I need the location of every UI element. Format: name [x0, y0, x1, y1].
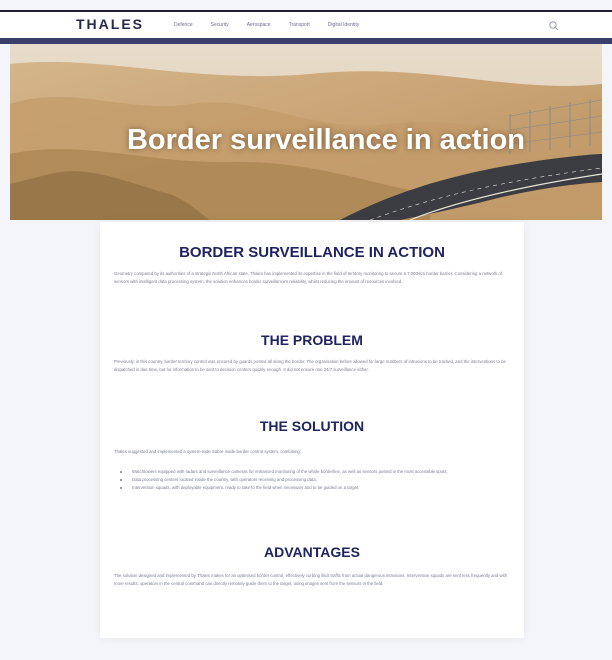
- solution-list-item: Data processing centers located inside t…: [118, 476, 508, 484]
- solution-list: Watchtowers equipped with radars and sur…: [118, 468, 508, 492]
- hero-title: Border surveillance in action: [126, 124, 526, 156]
- problem-heading: THE PROBLEM: [261, 332, 363, 348]
- solution-paragraph: Thales suggested and implemented a syste…: [114, 449, 302, 454]
- nav-links: Defence Security Aerospace Transport Dig…: [174, 22, 359, 28]
- thales-logo[interactable]: THALES: [76, 16, 144, 32]
- solution-list-item: Intervention squads, with deployable equ…: [118, 484, 508, 492]
- nav-item-4[interactable]: Transport: [289, 22, 310, 28]
- top-navigation: THALES Defence Security Aerospace Transp…: [0, 10, 612, 38]
- nav-item-3[interactable]: Aerospace: [247, 22, 271, 28]
- problem-paragraph: Previously, in this country, border terr…: [114, 359, 506, 372]
- search-icon[interactable]: [548, 19, 560, 31]
- advantages-heading: ADVANTAGES: [264, 544, 360, 560]
- nav-item-5[interactable]: Digital Identity: [328, 22, 359, 28]
- advantages-paragraph: The solution designed and implemented by…: [114, 573, 508, 586]
- nav-item-2[interactable]: Security: [211, 22, 229, 28]
- hero-banner: Border surveillance in action: [10, 44, 602, 220]
- article-heading: BORDER SURVEILLANCE IN ACTION: [179, 244, 445, 261]
- solution-list-item: Watchtowers equipped with radars and sur…: [118, 468, 508, 476]
- article-card: BORDER SURVEILLANCE IN ACTION Geometry c…: [100, 222, 524, 638]
- intro-paragraph: Geometry compared by its authorities of …: [114, 271, 503, 284]
- nav-item-1[interactable]: Defence: [174, 22, 193, 28]
- solution-heading: THE SOLUTION: [259, 418, 365, 434]
